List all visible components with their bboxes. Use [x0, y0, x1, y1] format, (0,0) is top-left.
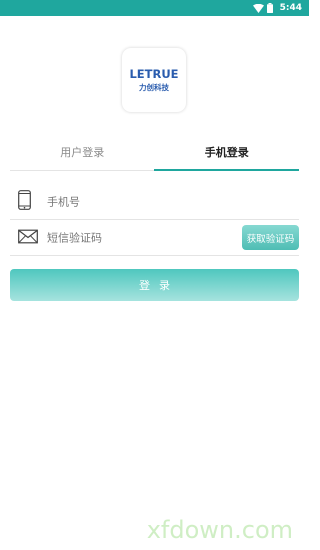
status-icons: 5:44: [252, 0, 302, 16]
login-tabs: 用户登录 手机登录: [10, 141, 299, 171]
logo-brand-cn: 力创科技: [139, 83, 169, 92]
logo-brand-en: LETRUE: [129, 67, 179, 81]
wifi-icon: [252, 3, 264, 13]
tab-user-login[interactable]: 用户登录: [10, 141, 155, 171]
status-time: 5:44: [279, 3, 302, 13]
phone-field: [10, 184, 299, 220]
get-code-button[interactable]: 获取验证码: [242, 225, 299, 250]
sms-code-field: 获取验证码: [10, 220, 299, 256]
phone-icon: [18, 190, 31, 214]
app-logo: LETRUE 力创科技: [122, 48, 186, 112]
envelope-icon: [18, 229, 38, 248]
watermark: xfdown.com: [146, 516, 293, 544]
battery-icon: [266, 3, 273, 13]
sms-code-input[interactable]: [47, 231, 227, 245]
login-button[interactable]: 登录: [10, 269, 299, 301]
field-divider: [10, 255, 299, 256]
active-tab-indicator: [154, 169, 299, 171]
phone-input[interactable]: [47, 195, 227, 209]
status-bar: 5:44: [0, 0, 309, 16]
tab-phone-login[interactable]: 手机登录: [155, 141, 300, 171]
